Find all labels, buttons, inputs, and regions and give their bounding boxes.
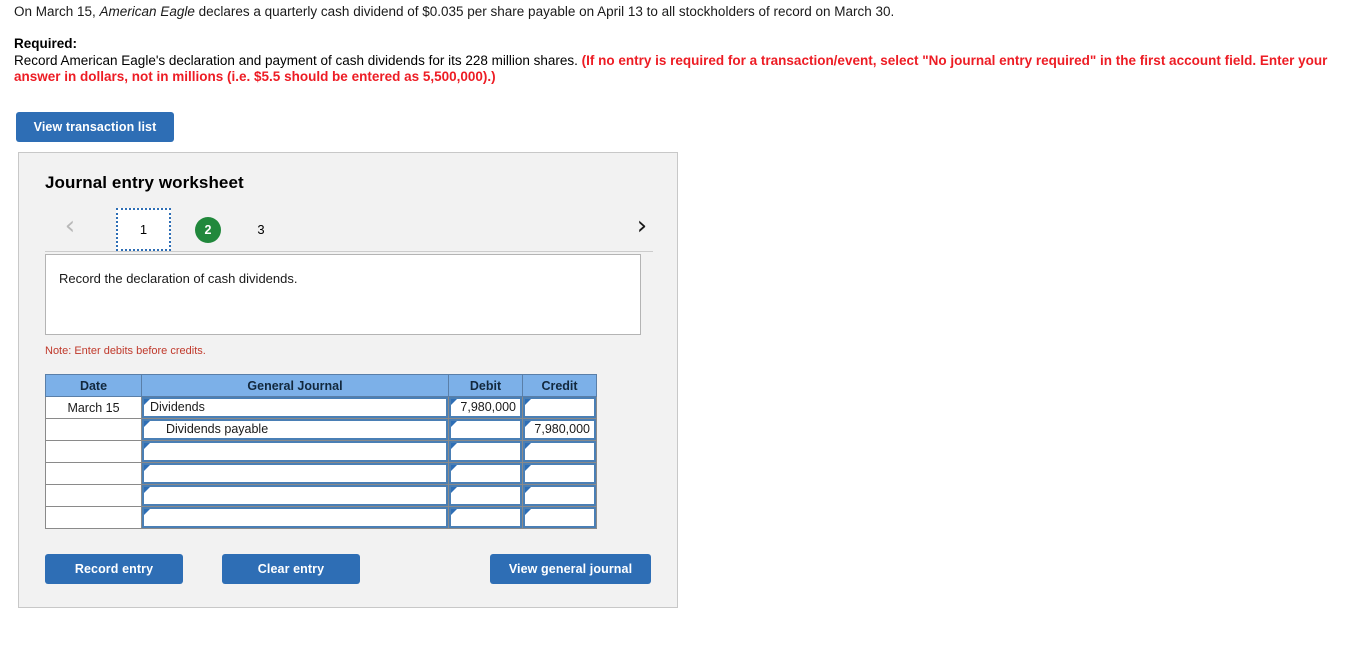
cell-debit: [448, 440, 523, 463]
table-row: Dividends payable 7,980,000: [45, 418, 597, 441]
scenario-statement: On March 15, American Eagle declares a q…: [14, 3, 1349, 20]
cell-credit: [522, 484, 597, 507]
debit-input[interactable]: [449, 507, 522, 528]
entry-instruction-box: Record the declaration of cash dividends…: [45, 254, 641, 335]
cell-debit: [448, 506, 523, 529]
column-header-date: Date: [45, 374, 142, 397]
cell-debit: 7,980,000: [448, 396, 523, 419]
worksheet-tabstrip: ‹ 1 2 3 ›: [45, 208, 653, 254]
cell-credit: [522, 462, 597, 485]
account-input[interactable]: [142, 441, 448, 462]
clear-entry-button[interactable]: Clear entry: [222, 554, 360, 584]
journal-entry-table: Date General Journal Debit Credit March …: [45, 374, 597, 529]
scenario-text-pre: On March 15,: [14, 4, 100, 19]
cell-account: Dividends payable: [141, 418, 449, 441]
credit-input[interactable]: [523, 507, 596, 528]
cell-debit: [448, 462, 523, 485]
cell-account: [141, 484, 449, 507]
tab-entry-2[interactable]: 2: [195, 217, 221, 243]
credit-input[interactable]: [523, 441, 596, 462]
cell-credit: [522, 396, 597, 419]
table-row: [45, 462, 597, 485]
cell-date[interactable]: [45, 440, 142, 463]
table-row: [45, 484, 597, 507]
account-input[interactable]: [142, 507, 448, 528]
credit-input[interactable]: [523, 463, 596, 484]
required-heading: Required:: [14, 36, 78, 51]
problem-statement-area: On March 15, American Eagle declares a q…: [14, 3, 1349, 85]
view-general-journal-button[interactable]: View general journal: [490, 554, 651, 584]
chevron-right-icon[interactable]: ›: [631, 210, 653, 242]
account-input[interactable]: [142, 463, 448, 484]
debit-input[interactable]: [449, 485, 522, 506]
company-name: American Eagle: [99, 4, 195, 19]
debit-input[interactable]: [449, 463, 522, 484]
worksheet-title: Journal entry worksheet: [45, 173, 244, 192]
column-header-credit: Credit: [522, 374, 597, 397]
record-entry-button[interactable]: Record entry: [45, 554, 183, 584]
tabstrip-divider: [45, 251, 653, 252]
credit-input[interactable]: [523, 397, 596, 418]
tab-entry-3[interactable]: 3: [251, 217, 271, 243]
column-header-general-journal: General Journal: [141, 374, 449, 397]
table-row: March 15 Dividends 7,980,000: [45, 396, 597, 419]
journal-entry-worksheet-panel: Journal entry worksheet ‹ 1 2 3 › Record…: [18, 152, 678, 608]
required-instructions-text: Record American Eagle's declaration and …: [14, 53, 582, 68]
cell-date[interactable]: [45, 484, 142, 507]
debit-input[interactable]: 7,980,000: [449, 397, 522, 418]
account-input[interactable]: Dividends payable: [142, 419, 448, 440]
debits-before-credits-note: Note: Enter debits before credits.: [45, 345, 206, 357]
credit-input[interactable]: 7,980,000: [523, 419, 596, 440]
cell-date[interactable]: March 15: [45, 396, 142, 419]
account-input[interactable]: [142, 485, 448, 506]
cell-account: [141, 506, 449, 529]
debit-input[interactable]: [449, 441, 522, 462]
cell-date[interactable]: [45, 506, 142, 529]
required-instructions: Record American Eagle's declaration and …: [14, 53, 1349, 85]
cell-date[interactable]: [45, 418, 142, 441]
cell-credit: 7,980,000: [522, 418, 597, 441]
cell-account: Dividends: [141, 396, 449, 419]
cell-credit: [522, 506, 597, 529]
debit-input[interactable]: [449, 419, 522, 440]
cell-date[interactable]: [45, 462, 142, 485]
cell-account: [141, 462, 449, 485]
view-transaction-list-button[interactable]: View transaction list: [16, 112, 174, 142]
account-input[interactable]: Dividends: [142, 397, 448, 418]
table-row: [45, 440, 597, 463]
credit-input[interactable]: [523, 485, 596, 506]
table-header-row: Date General Journal Debit Credit: [45, 374, 597, 397]
column-header-debit: Debit: [448, 374, 523, 397]
cell-account: [141, 440, 449, 463]
table-row: [45, 506, 597, 529]
scenario-text-post: declares a quarterly cash dividend of $0…: [194, 4, 895, 19]
cell-debit: [448, 418, 523, 441]
entry-instruction-text: Record the declaration of cash dividends…: [59, 271, 298, 286]
chevron-left-icon[interactable]: ‹: [59, 210, 81, 242]
cell-credit: [522, 440, 597, 463]
cell-debit: [448, 484, 523, 507]
tab-entry-1[interactable]: 1: [116, 208, 171, 251]
